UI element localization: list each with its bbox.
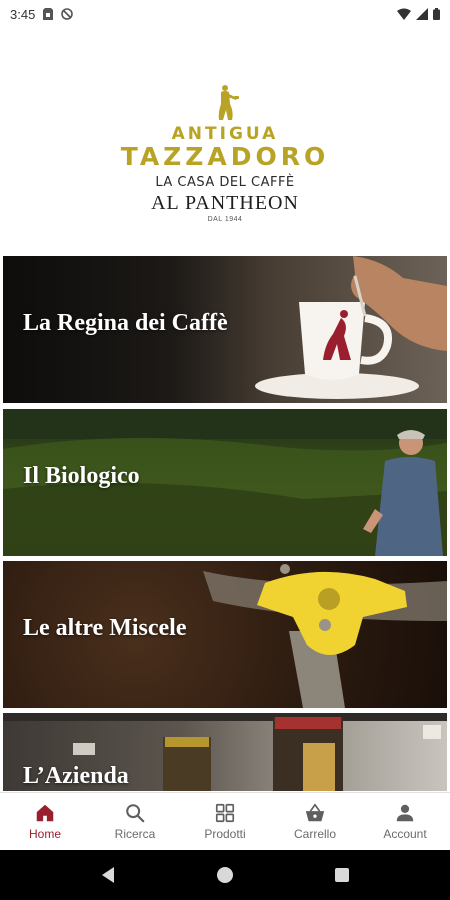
nav-carrello[interactable]: Carrello — [270, 793, 360, 850]
status-time: 3:45 — [10, 6, 36, 22]
grid-icon — [215, 803, 235, 823]
brand-antigua: ANTIGUA — [171, 124, 279, 144]
status-right — [397, 8, 440, 20]
banner-azienda[interactable]: L’Azienda — [3, 713, 447, 791]
bottom-navigation: Home Ricerca Prodotti Carrello Account — [0, 792, 450, 850]
nav-account[interactable]: Account — [360, 793, 450, 850]
home-circle-icon[interactable] — [216, 866, 234, 884]
battery-icon — [433, 8, 440, 20]
person-icon — [396, 804, 414, 822]
coffee-bearer-figure-icon — [218, 85, 239, 120]
brand-location: AL PANTHEON — [151, 192, 299, 214]
nav-label: Carrello — [293, 827, 336, 841]
banner-title: Il Biologico — [23, 463, 140, 489]
brand-since: DAL 1944 — [207, 216, 243, 223]
sim-card-icon — [43, 8, 54, 20]
search-icon — [126, 804, 145, 823]
nav-label: Ricerca — [114, 827, 156, 841]
nav-label: Home — [28, 827, 61, 841]
no-disturb-icon — [61, 8, 74, 20]
nav-label: Account — [383, 827, 427, 841]
status-bar: 3:45 — [0, 0, 450, 28]
nav-label: Prodotti — [204, 827, 246, 841]
nav-home[interactable]: Home — [0, 793, 90, 850]
wifi-icon — [397, 8, 411, 20]
brand-header: ANTIGUA TAZZADORO LA CASA DEL CAFFÈ AL P… — [0, 28, 450, 254]
banner-regina-dei-caffe[interactable]: La Regina dei Caffè — [3, 256, 447, 403]
home-icon — [36, 804, 54, 822]
banner-altre-miscele[interactable]: Le altre Miscele — [3, 561, 447, 708]
nav-prodotti[interactable]: Prodotti — [180, 793, 270, 850]
banner-title: L’Azienda — [23, 763, 129, 789]
recents-icon[interactable] — [334, 867, 350, 883]
brand-tazzadoro: TAZZADORO — [120, 142, 330, 171]
nav-ricerca[interactable]: Ricerca — [90, 793, 180, 850]
system-navigation-bar — [0, 850, 450, 900]
back-icon[interactable] — [100, 866, 116, 884]
brand-tagline: LA CASA DEL CAFFÈ — [155, 175, 295, 190]
banner-title: La Regina dei Caffè — [23, 310, 228, 336]
banner-biologico[interactable]: Il Biologico — [3, 409, 447, 556]
status-left: 3:45 — [10, 6, 74, 22]
basket-icon — [305, 803, 325, 822]
signal-icon — [416, 8, 428, 20]
banner-title: Le altre Miscele — [23, 615, 187, 641]
